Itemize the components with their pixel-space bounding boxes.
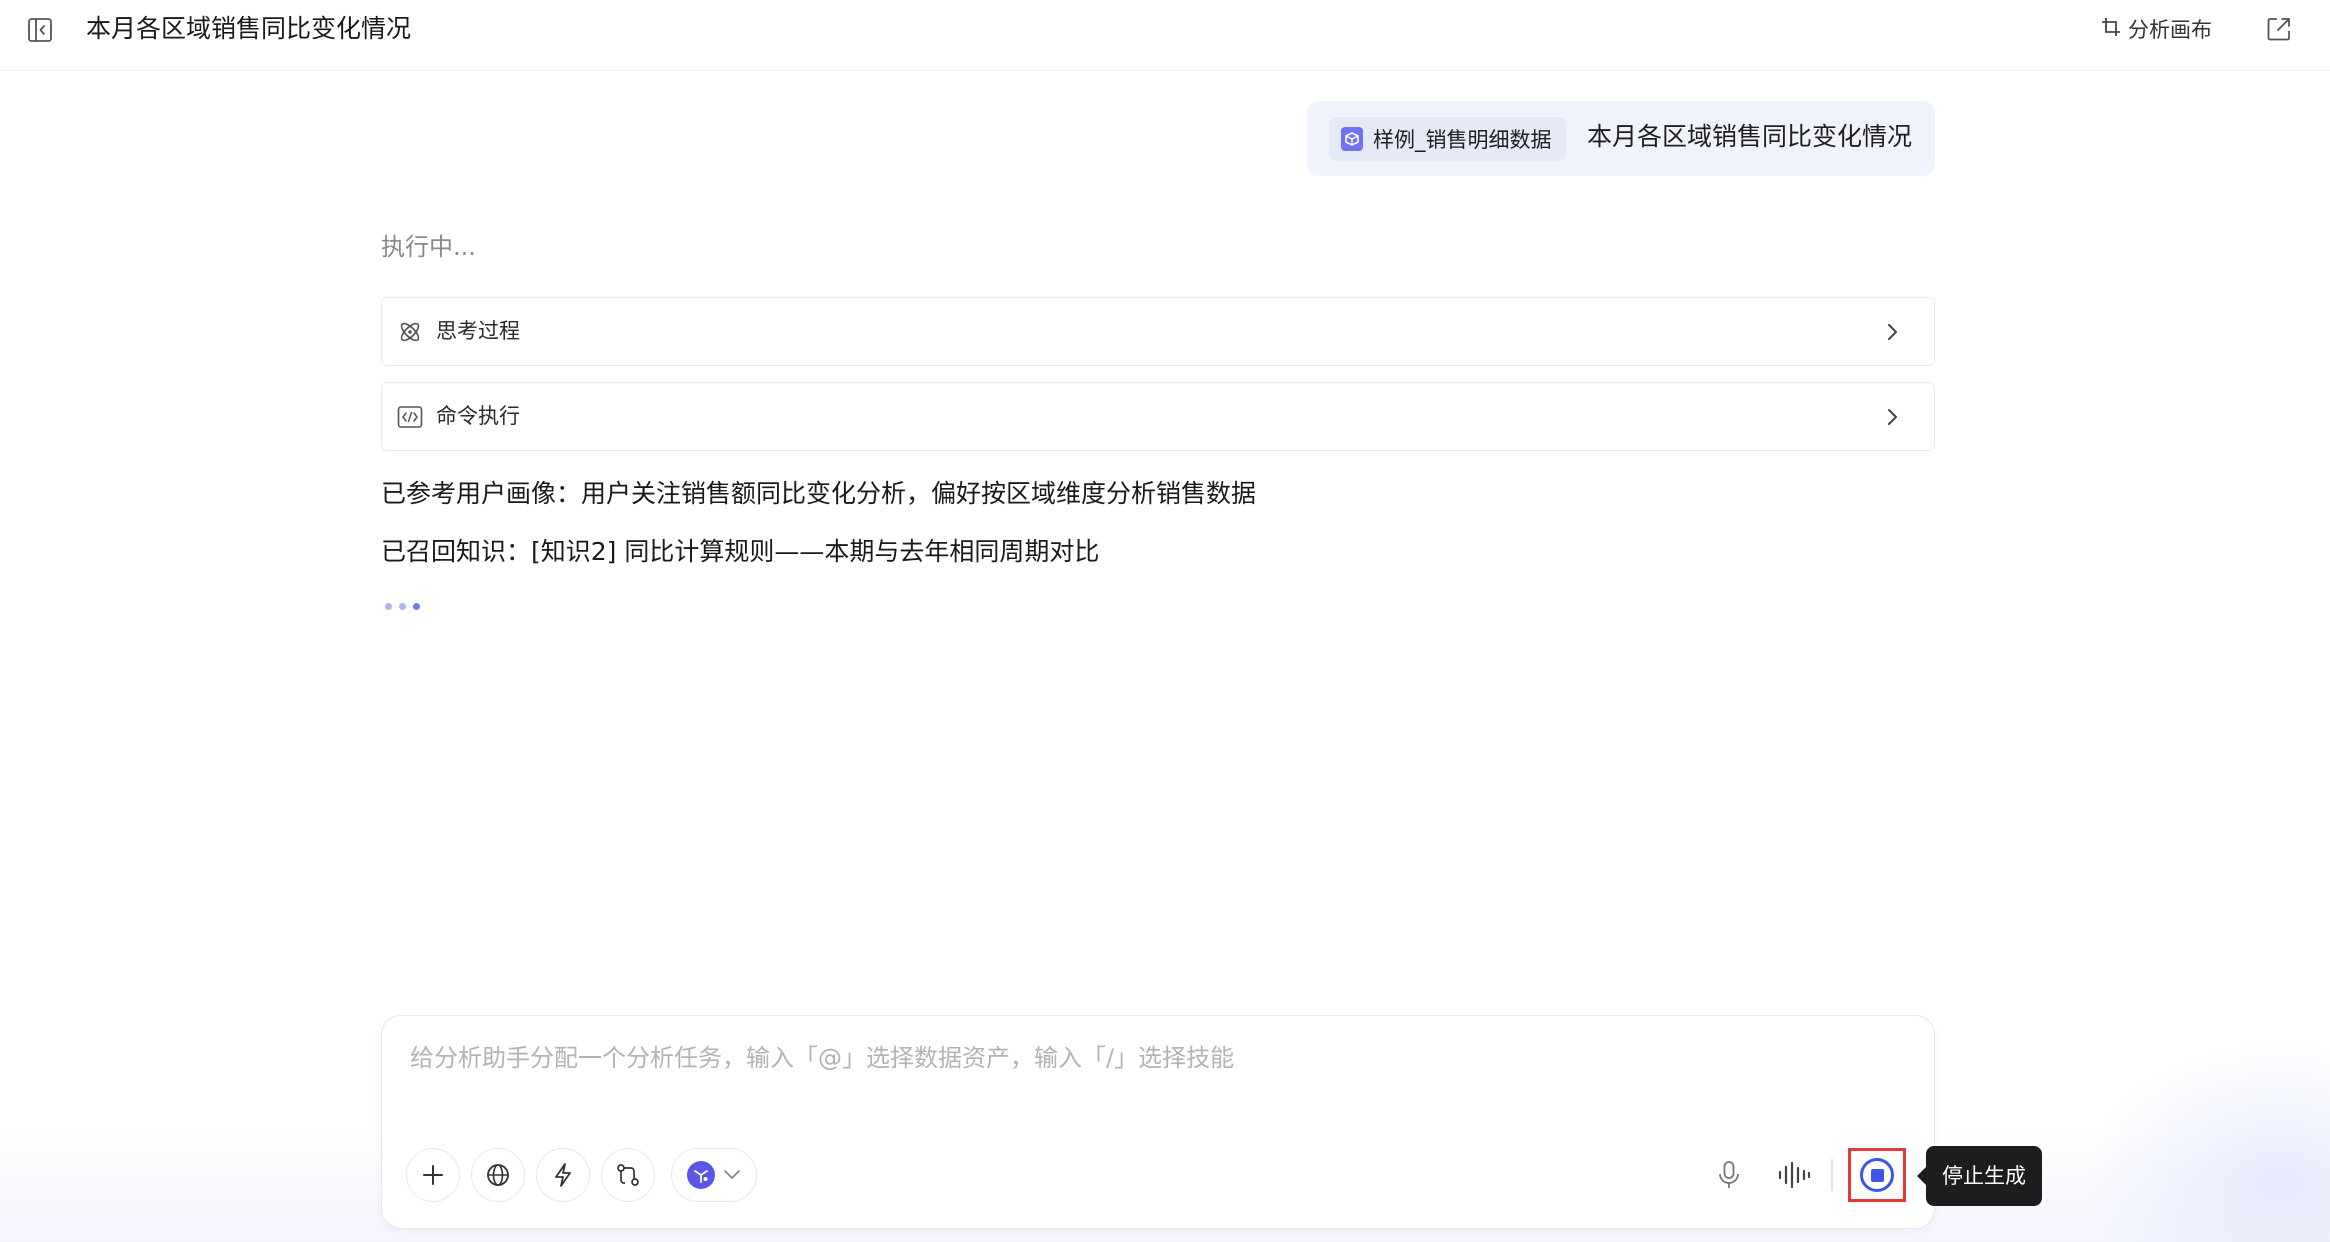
- chevron-down-icon: [723, 1166, 741, 1185]
- model-logo-icon: [687, 1161, 715, 1189]
- chevron-right-icon: [1878, 318, 1906, 346]
- typing-indicator: [385, 603, 420, 610]
- command-execution-panel[interactable]: 命令执行: [381, 382, 1935, 451]
- user-message-bubble: 样例_销售明细数据 本月各区域销售同比变化情况: [1307, 101, 1935, 176]
- stop-icon: [1860, 1158, 1894, 1192]
- dataset-chip[interactable]: 样例_销售明细数据: [1329, 117, 1566, 161]
- globe-icon[interactable]: [471, 1148, 525, 1202]
- code-icon: [396, 403, 424, 431]
- plus-icon[interactable]: [406, 1148, 460, 1202]
- message-composer: [381, 1015, 1935, 1229]
- atom-icon: [396, 318, 424, 346]
- analysis-canvas-button[interactable]: 分析画布: [2100, 12, 2212, 46]
- microphone-icon[interactable]: [1710, 1156, 1748, 1194]
- command-execution-label: 命令执行: [436, 404, 520, 428]
- external-link-icon[interactable]: [2262, 12, 2296, 46]
- dataset-name: 样例_销售明细数据: [1373, 128, 1552, 152]
- execution-status: 执行中...: [381, 233, 476, 261]
- thinking-process-label: 思考过程: [436, 319, 520, 343]
- lightning-icon[interactable]: [536, 1148, 590, 1202]
- task-input[interactable]: [410, 1036, 1900, 1080]
- user-profile-reference: 已参考用户画像：用户关注销售额同比变化分析，偏好按区域维度分析销售数据: [381, 479, 1257, 508]
- composer-divider: [1831, 1159, 1833, 1191]
- corner-glow: [2080, 1040, 2330, 1242]
- stop-generation-button[interactable]: [1848, 1148, 1906, 1202]
- crop-icon: [2100, 16, 2122, 43]
- top-header: 本月各区域销售同比变化情况 分析画布: [0, 0, 2330, 71]
- page-title: 本月各区域销售同比变化情况: [86, 14, 412, 43]
- recalled-knowledge: 已召回知识：[知识2] 同比计算规则——本期与去年相同周期对比: [381, 537, 1100, 566]
- stop-generation-tooltip: 停止生成: [1917, 1146, 2042, 1206]
- workflow-icon[interactable]: [601, 1148, 655, 1202]
- chevron-right-icon: [1878, 403, 1906, 431]
- voice-wave-icon[interactable]: [1775, 1156, 1813, 1194]
- analysis-canvas-label: 分析画布: [2128, 18, 2212, 42]
- model-selector[interactable]: [671, 1148, 757, 1202]
- sidebar-collapse-icon[interactable]: [24, 14, 56, 46]
- user-message-text: 本月各区域销售同比变化情况: [1587, 122, 1913, 151]
- thinking-process-panel[interactable]: 思考过程: [381, 297, 1935, 366]
- dataset-box-icon: [1341, 127, 1363, 151]
